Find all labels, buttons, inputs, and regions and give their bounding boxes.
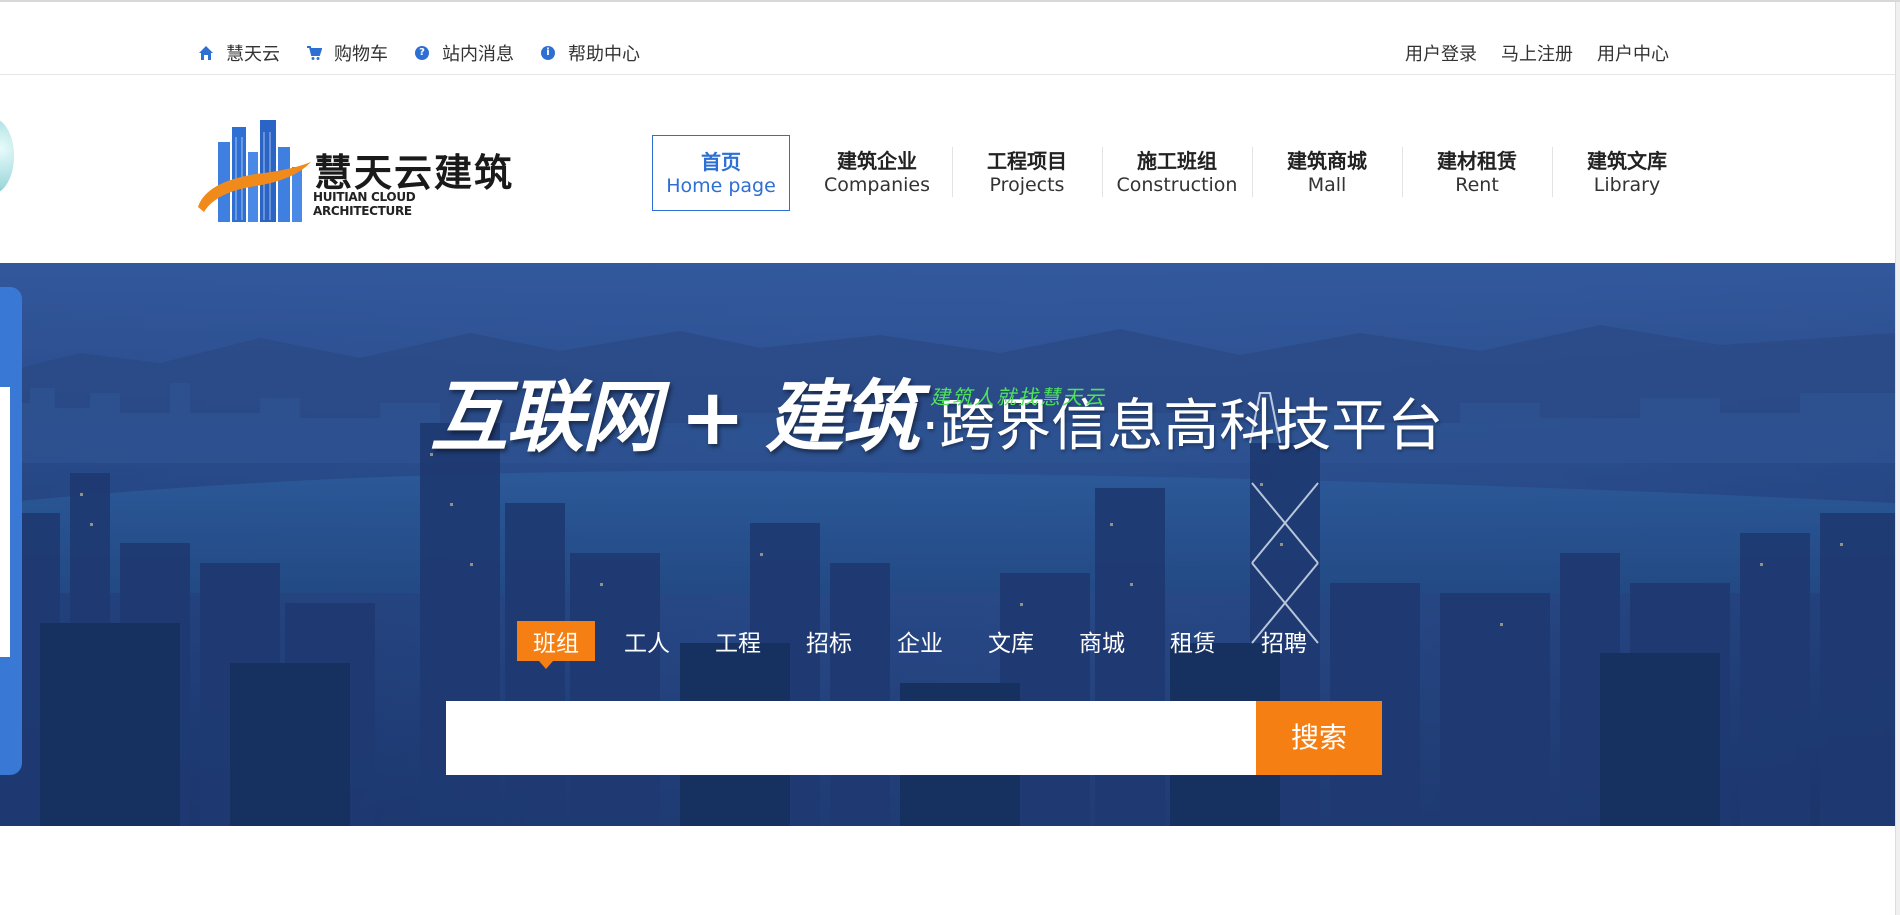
search-button[interactable]: 搜索 (1256, 701, 1382, 775)
search-tab-rent[interactable]: 租赁 (1154, 621, 1232, 661)
nav-projects[interactable]: 工程项目 Projects (952, 135, 1102, 211)
search-tab-project[interactable]: 工程 (699, 621, 777, 661)
info-icon: i (540, 45, 556, 61)
search-tab-bidding[interactable]: 招标 (790, 621, 868, 661)
top-link-label: 帮助中心 (568, 44, 640, 65)
search-tab-mall[interactable]: 商城 (1063, 621, 1141, 661)
search-tab-jobs[interactable]: 招聘 (1245, 621, 1323, 661)
nav-home[interactable]: 首页 Home page (652, 135, 790, 211)
site-header: 慧天云建筑 HUITIAN CLOUD ARCHITECTURE 首页 Home… (0, 76, 1895, 263)
top-bar-left-links: 慧天云 购物车 ? 站内消息 i 帮助中心 (198, 40, 666, 66)
search-tab-team[interactable]: 班组 (517, 621, 595, 669)
nav-cn-label: 施工班组 (1137, 149, 1217, 173)
banner-slogan: 建筑人就找慧天云 (930, 385, 1106, 409)
nav-cn-label: 工程项目 (987, 149, 1067, 173)
nav-library[interactable]: 建筑文库 Library (1552, 135, 1702, 211)
top-bar-user-links: 用户登录 马上注册 用户中心 (1381, 40, 1669, 66)
nav-cn-label: 首页 (701, 150, 741, 174)
top-link-label: 站内消息 (442, 44, 514, 65)
search-tab-library[interactable]: 文库 (972, 621, 1050, 661)
top-link-label: 购物车 (334, 44, 388, 65)
home-icon (198, 45, 214, 61)
search-category-tabs: 班组 工人 工程 招标 企业 文库 商城 租赁 招聘 (517, 621, 1336, 669)
logo-subtitle: HUITIAN CLOUD ARCHITECTURE (313, 190, 416, 218)
nav-en-label: Construction (1116, 174, 1238, 196)
top-link-messages[interactable]: ? 站内消息 (414, 40, 514, 66)
search-input[interactable] (446, 701, 1256, 775)
nav-construction[interactable]: 施工班组 Construction (1102, 135, 1252, 211)
site-logo[interactable]: 慧天云建筑 HUITIAN CLOUD ARCHITECTURE (196, 112, 516, 227)
search-tab-company[interactable]: 企业 (881, 621, 959, 661)
nav-en-label: Library (1593, 174, 1661, 196)
search-tab-worker[interactable]: 工人 (608, 621, 686, 661)
logo-title: 慧天云建筑 (314, 151, 515, 195)
nav-cn-label: 建筑企业 (837, 149, 917, 173)
page-scrollbar[interactable] (1895, 2, 1900, 915)
cart-icon (306, 45, 322, 61)
headline-construction: 建筑 (765, 373, 919, 463)
top-link-label: 慧天云 (226, 44, 280, 65)
register-link[interactable]: 马上注册 (1501, 40, 1573, 66)
nav-companies[interactable]: 建筑企业 Companies (802, 135, 952, 211)
nav-en-label: Home page (666, 175, 776, 197)
hero-banner: 互联网 + 建筑 ·跨界信息高科技平台 建筑人就找慧天云 班组 工人 工程 招标… (0, 263, 1895, 826)
main-nav: 首页 Home page 建筑企业 Companies 工程项目 Project… (652, 135, 1702, 211)
nav-rent[interactable]: 建材租赁 Rent (1402, 135, 1552, 211)
nav-cn-label: 建筑商城 (1287, 149, 1367, 173)
top-link-help[interactable]: i 帮助中心 (540, 40, 640, 66)
headline-plus: + (680, 373, 745, 463)
nav-en-label: Companies (823, 174, 930, 196)
nav-cn-label: 建材租赁 (1437, 149, 1517, 173)
top-bar: 慧天云 购物车 ? 站内消息 i 帮助中心 用户登录 马上注册 用户中心 (0, 2, 1895, 75)
question-icon: ? (414, 45, 430, 61)
login-link[interactable]: 用户登录 (1405, 40, 1477, 66)
nav-en-label: Rent (1455, 174, 1499, 196)
nav-en-label: Mall (1307, 174, 1347, 196)
nav-mall[interactable]: 建筑商城 Mall (1252, 135, 1402, 211)
headline-internet: 互联网 (430, 373, 660, 463)
logo-building-icon (198, 120, 311, 222)
side-panel-inner (0, 387, 10, 657)
top-link-huitianyun[interactable]: 慧天云 (198, 40, 280, 66)
user-center-link[interactable]: 用户中心 (1597, 40, 1669, 66)
top-link-cart[interactable]: 购物车 (306, 40, 388, 66)
nav-en-label: Projects (989, 174, 1065, 196)
nav-cn-label: 建筑文库 (1587, 149, 1667, 173)
floating-side-panel[interactable] (0, 287, 22, 775)
